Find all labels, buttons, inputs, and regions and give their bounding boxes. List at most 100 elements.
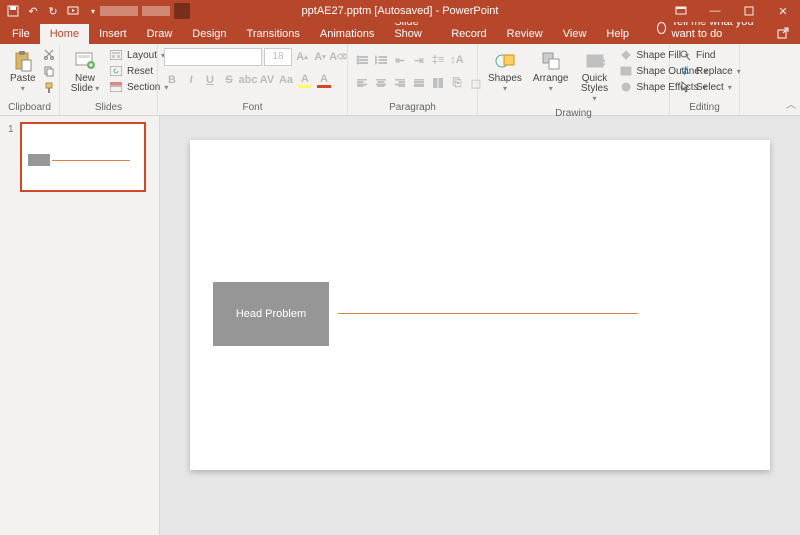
cut-icon[interactable] [43, 48, 55, 63]
redo-icon[interactable]: ↻ [46, 4, 60, 18]
slide-editor-area: Head Problem [160, 116, 800, 535]
group-slides: New Slide Layout Reset Section Slides [60, 44, 158, 115]
slide-divider-line[interactable] [338, 313, 638, 314]
bullets-icon[interactable] [354, 52, 370, 68]
start-from-beginning-icon[interactable] [66, 4, 80, 18]
minimize-button[interactable]: — [698, 0, 732, 22]
columns-icon[interactable] [430, 75, 446, 91]
justify-icon[interactable] [411, 75, 427, 91]
text-direction-icon[interactable]: ↕A [449, 52, 465, 68]
tab-animations[interactable]: Animations [310, 24, 384, 44]
paste-icon [11, 50, 35, 72]
format-painter-icon[interactable] [43, 82, 55, 97]
tab-draw[interactable]: Draw [137, 24, 183, 44]
quick-styles-button[interactable]: Abc Quick Styles [576, 48, 614, 106]
slide-canvas[interactable]: Head Problem [190, 140, 770, 470]
svg-text:Abc: Abc [590, 57, 605, 67]
clear-formatting-icon[interactable]: A⌫ [330, 49, 346, 65]
find-button[interactable]: Find [676, 48, 743, 62]
group-editing: Find Replace Select Editing [670, 44, 740, 115]
shape-effects-icon [619, 81, 633, 93]
group-label-editing: Editing [676, 100, 733, 113]
new-slide-button[interactable]: New Slide [66, 48, 104, 96]
align-text-icon[interactable]: ⎘ [449, 75, 465, 91]
font-size-input[interactable]: 18 [264, 48, 292, 66]
share-icon [776, 26, 790, 40]
group-label-paragraph: Paragraph [354, 100, 471, 113]
tab-file[interactable]: File [2, 24, 40, 44]
maximize-button[interactable] [732, 0, 766, 22]
tab-insert[interactable]: Insert [89, 24, 137, 44]
decrease-indent-icon[interactable]: ⇤ [392, 52, 408, 68]
tab-home[interactable]: Home [40, 24, 89, 44]
character-spacing-icon[interactable]: AV [259, 72, 275, 88]
avatar[interactable] [174, 3, 190, 19]
change-case-icon[interactable]: Aa [278, 72, 294, 88]
underline-icon[interactable]: U [202, 72, 218, 88]
shape-fill-icon [619, 49, 633, 61]
ribbon-display-icon[interactable] [664, 0, 698, 22]
shape-outline-icon [619, 65, 633, 77]
shapes-button[interactable]: Shapes [484, 48, 526, 96]
italic-icon[interactable]: I [183, 72, 199, 88]
account-area[interactable] [100, 3, 190, 19]
thumbnail-preview[interactable] [20, 122, 146, 192]
find-icon [678, 49, 692, 61]
thumb-shape-line [52, 160, 130, 161]
copy-icon[interactable] [43, 65, 55, 80]
collapse-ribbon-icon[interactable]: ︿ [786, 96, 796, 111]
tab-review[interactable]: Review [497, 24, 553, 44]
reset-icon [109, 65, 123, 77]
share-button[interactable] [766, 22, 800, 44]
quick-styles-icon: Abc [583, 50, 607, 72]
tab-record[interactable]: Record [441, 24, 496, 44]
qat-customize-icon[interactable]: ▾ [86, 4, 100, 18]
group-label-slides: Slides [66, 100, 151, 113]
increase-indent-icon[interactable]: ⇥ [411, 52, 427, 68]
arrange-button[interactable]: Arrange [529, 48, 573, 96]
arrange-icon [539, 50, 563, 72]
thumb-shape-rect [28, 154, 50, 166]
group-clipboard: Paste Clipboard [0, 44, 60, 115]
window-title: pptAE27.pptm [Autosaved] - PowerPoint [302, 5, 499, 17]
bold-icon[interactable]: B [164, 72, 180, 88]
align-center-icon[interactable] [373, 75, 389, 91]
lightbulb-icon [657, 22, 666, 34]
group-label-font: Font [164, 100, 341, 113]
group-drawing: Shapes Arrange Abc Quick Styles Shape Fi… [478, 44, 670, 115]
save-icon[interactable] [6, 4, 20, 18]
tab-view[interactable]: View [553, 24, 597, 44]
tab-help[interactable]: Help [596, 24, 639, 44]
line-spacing-icon[interactable]: ‡≡ [430, 52, 446, 68]
paste-button[interactable]: Paste [6, 48, 40, 96]
svg-text:3: 3 [375, 61, 377, 65]
select-button[interactable]: Select [676, 80, 743, 94]
group-label-clipboard: Clipboard [6, 100, 53, 113]
tab-design[interactable]: Design [182, 24, 236, 44]
text-shadow-icon[interactable]: abc [240, 72, 256, 88]
align-left-icon[interactable] [354, 75, 370, 91]
font-color-icon[interactable]: A [316, 72, 332, 88]
replace-icon [678, 65, 692, 77]
align-right-icon[interactable] [392, 75, 408, 91]
close-button[interactable]: ✕ [766, 0, 800, 22]
tab-transitions[interactable]: Transitions [237, 24, 310, 44]
group-font: 18 A▴ A▾ A⌫ B I U S abc AV Aa A A Font [158, 44, 348, 115]
group-label-drawing: Drawing [484, 106, 663, 119]
strikethrough-icon[interactable]: S [221, 72, 237, 88]
font-highlight-icon[interactable]: A [297, 72, 313, 88]
group-paragraph: 123 ⇤ ⇥ ‡≡ ↕A ⎘ ⬚ Paragraph [348, 44, 478, 115]
decrease-font-icon[interactable]: A▾ [312, 49, 328, 65]
slide-thumbnail[interactable]: 1 [8, 122, 151, 192]
undo-icon[interactable]: ↶ [26, 4, 40, 18]
ribbon: Paste Clipboard New Slide Layout Reset S… [0, 44, 800, 116]
numbering-icon[interactable]: 123 [373, 52, 389, 68]
ribbon-tabs: File Home Insert Draw Design Transitions… [0, 22, 800, 44]
replace-button[interactable]: Replace [676, 64, 743, 78]
select-icon [678, 81, 692, 93]
font-name-input[interactable] [164, 48, 262, 66]
slide-title-text: Head Problem [236, 308, 306, 320]
shapes-icon [493, 50, 517, 72]
increase-font-icon[interactable]: A▴ [294, 49, 310, 65]
slide-title-box[interactable]: Head Problem [213, 282, 329, 346]
